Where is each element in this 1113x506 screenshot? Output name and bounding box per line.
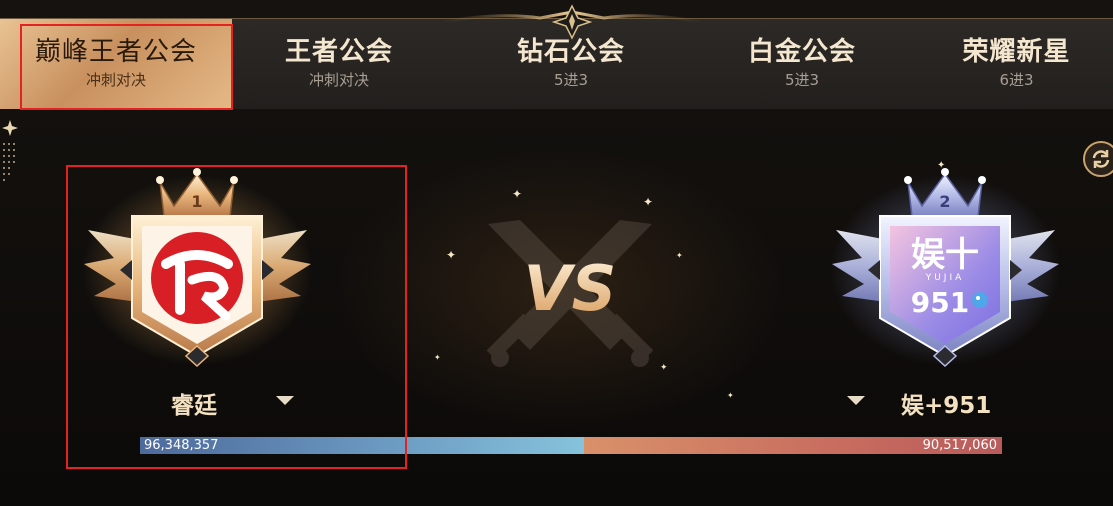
right-team-dropdown-chevron-down-icon[interactable]	[847, 396, 865, 405]
tab-title: 荣耀新星	[962, 37, 1071, 67]
active-tab-highlight-box	[20, 24, 233, 110]
tab-subtitle: 5进3	[784, 71, 820, 89]
sparkle-icon: ✦	[660, 363, 668, 373]
sparkle-icon: ✦	[727, 391, 734, 400]
vs-crossed-swords-icon: VS	[486, 220, 654, 367]
sparkle-icon: ✦	[434, 353, 441, 362]
tab-subtitle: 5进3	[553, 71, 589, 89]
vs-label: VS	[524, 252, 617, 325]
tab-subtitle: 冲刺对决	[308, 71, 369, 89]
sparkle-dots-icon	[2, 120, 18, 181]
tab-title: 王者公会	[284, 37, 393, 67]
logo-small-text: YUJIA	[925, 273, 965, 283]
right-team-name: 娱+951	[901, 393, 992, 419]
logo-number-text: 951	[911, 286, 969, 319]
tab-king-guild[interactable]: 王者公会 冲刺对决	[232, 19, 446, 109]
tab-subtitle: 6进3	[999, 71, 1034, 89]
sparkle-icon: ✦	[446, 248, 457, 262]
tab-glory-rising-star[interactable]: 荣耀新星 6进3	[920, 19, 1113, 109]
right-team-silver-badge: 2 娱十 YUJIA 951	[830, 168, 1060, 368]
left-team-highlight-box	[66, 165, 407, 469]
right-score-value: 90,517,060	[922, 438, 997, 453]
sparkle-icon: ✦	[512, 187, 523, 201]
tab-platinum-guild[interactable]: 白金公会 5进3	[690, 19, 914, 109]
sparkle-icon: ✦	[937, 160, 946, 171]
sparkle-icon: ✦	[643, 195, 654, 209]
top-star-ornament-icon	[440, 4, 704, 40]
refresh-icon	[1092, 150, 1110, 168]
tab-title: 白金公会	[747, 37, 856, 67]
refresh-button[interactable]	[1083, 141, 1113, 177]
right-rank-number: 2	[939, 192, 950, 211]
logo-main-text: 娱十	[911, 235, 979, 275]
sparkle-icon: ✦	[676, 251, 683, 260]
